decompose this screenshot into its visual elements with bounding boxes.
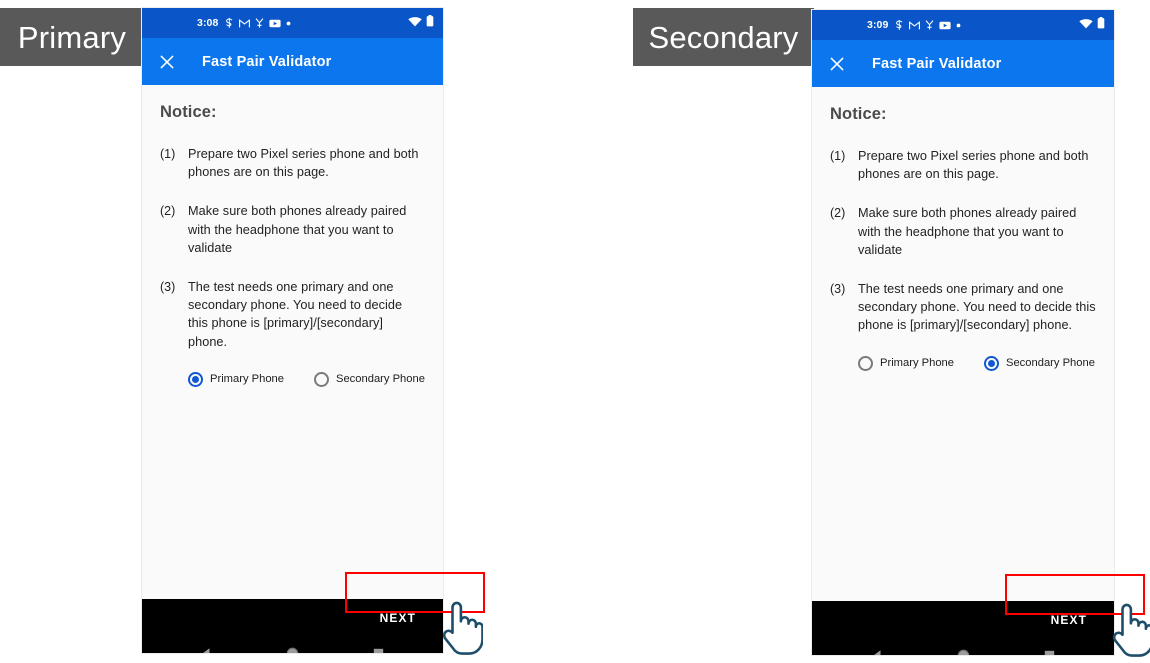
app-s-icon <box>895 20 904 30</box>
phone-bottom-area: NEXT <box>142 599 443 653</box>
list-item-number: (1) <box>160 147 176 161</box>
wifi-icon <box>1079 16 1093 34</box>
app-bar-title: Fast Pair Validator <box>872 55 1002 72</box>
app-s-icon <box>225 18 234 28</box>
gmail-icon <box>239 18 251 28</box>
back-icon[interactable] <box>864 643 890 655</box>
next-button-bar: NEXT <box>142 599 443 636</box>
screenshot-stage: Primary 3:08 Fast Pair Validator Notice:… <box>0 0 1150 658</box>
radio-primary-phone-label: Primary Phone <box>210 373 284 386</box>
list-item-text: Prepare two Pixel series phone and both … <box>188 147 419 180</box>
radio-dot-icon <box>858 355 873 371</box>
notice-title: Notice: <box>160 103 217 121</box>
list-item-number: (1) <box>830 149 846 163</box>
youtube-icon <box>269 19 282 28</box>
radio-primary-phone[interactable]: Primary Phone <box>188 371 284 387</box>
list-item-number: (2) <box>160 204 176 219</box>
close-icon[interactable] <box>156 51 178 73</box>
radio-dot-icon <box>188 371 203 387</box>
close-icon[interactable] <box>826 53 848 75</box>
status-bar: 3:08 <box>142 8 443 38</box>
hand-pointer-cursor <box>437 598 484 656</box>
caption-primary: Primary <box>0 8 144 66</box>
phone-screenshot-secondary: 3:09 Fast Pair Validator Notice: (1) Pre… <box>812 10 1114 655</box>
home-icon[interactable] <box>279 641 305 653</box>
list-item-number: (3) <box>160 280 176 295</box>
radio-secondary-phone[interactable]: Secondary Phone <box>984 355 1095 371</box>
radio-secondary-phone-label: Secondary Phone <box>1006 357 1095 370</box>
notice-item-list: (1) Prepare two Pixel series phone and b… <box>830 147 1096 335</box>
notice-content: Notice: (1) Prepare two Pixel series pho… <box>812 105 1114 655</box>
wifi-icon <box>408 14 422 32</box>
phone-role-radio-group: Primary Phone Secondary Phone <box>830 355 1096 371</box>
radio-secondary-phone[interactable]: Secondary Phone <box>314 371 425 387</box>
notice-title: Notice: <box>830 105 887 123</box>
radio-primary-phone[interactable]: Primary Phone <box>858 355 954 371</box>
list-item-number: (2) <box>830 206 846 221</box>
next-button-bar: NEXT <box>812 601 1114 638</box>
android-navigation-bar <box>812 638 1114 655</box>
list-item: (1) Prepare two Pixel series phone and b… <box>830 147 1096 183</box>
status-bar-system-icons <box>1079 16 1105 34</box>
radio-dot-icon <box>984 355 999 371</box>
battery-icon <box>426 14 434 32</box>
status-bar: 3:09 <box>812 10 1114 40</box>
battery-icon <box>1097 16 1105 34</box>
notice-content: Notice: (1) Prepare two Pixel series pho… <box>142 103 443 653</box>
recents-icon[interactable] <box>1036 643 1062 655</box>
list-item-text: The test needs one primary and one secon… <box>188 280 403 349</box>
status-bar-clock: 3:08 <box>197 17 219 29</box>
dot-icon <box>956 23 961 28</box>
list-item: (3) The test needs one primary and one s… <box>160 278 425 351</box>
phone-screenshot-primary: 3:08 Fast Pair Validator Notice: (1) Pre… <box>142 8 443 653</box>
back-icon[interactable] <box>194 641 220 653</box>
app-bar: Fast Pair Validator <box>142 38 443 85</box>
next-button[interactable]: NEXT <box>1051 613 1087 627</box>
youtube-icon <box>939 21 952 30</box>
status-bar-notification-icons <box>225 18 291 28</box>
next-button[interactable]: NEXT <box>380 611 416 625</box>
list-item-text: Make sure both phones already paired wit… <box>188 204 407 255</box>
app-bar: Fast Pair Validator <box>812 40 1114 87</box>
home-icon[interactable] <box>950 643 976 655</box>
caption-secondary: Secondary <box>633 8 814 66</box>
list-item-number: (3) <box>830 282 846 297</box>
list-item: (2) Make sure both phones already paired… <box>830 204 1096 259</box>
list-item-text: Make sure both phones already paired wit… <box>858 206 1077 257</box>
app-y-icon <box>255 18 264 28</box>
list-item-text: Prepare two Pixel series phone and both … <box>858 149 1089 182</box>
radio-dot-icon <box>314 371 329 387</box>
status-bar-system-icons <box>408 14 434 32</box>
recents-icon[interactable] <box>365 641 391 653</box>
android-navigation-bar <box>142 636 443 653</box>
app-bar-title: Fast Pair Validator <box>202 53 332 70</box>
status-bar-clock: 3:09 <box>867 19 889 31</box>
dot-icon <box>286 21 291 26</box>
list-item-text: The test needs one primary and one secon… <box>858 282 1096 333</box>
app-y-icon <box>925 20 934 30</box>
phone-bottom-area: NEXT <box>812 601 1114 655</box>
status-bar-notification-icons <box>895 20 961 30</box>
radio-primary-phone-label: Primary Phone <box>880 357 954 370</box>
gmail-icon <box>909 20 921 30</box>
list-item: (2) Make sure both phones already paired… <box>160 202 425 257</box>
radio-secondary-phone-label: Secondary Phone <box>336 373 425 386</box>
list-item: (1) Prepare two Pixel series phone and b… <box>160 145 425 181</box>
notice-item-list: (1) Prepare two Pixel series phone and b… <box>160 145 425 351</box>
list-item: (3) The test needs one primary and one s… <box>830 280 1096 335</box>
phone-role-radio-group: Primary Phone Secondary Phone <box>160 371 425 387</box>
